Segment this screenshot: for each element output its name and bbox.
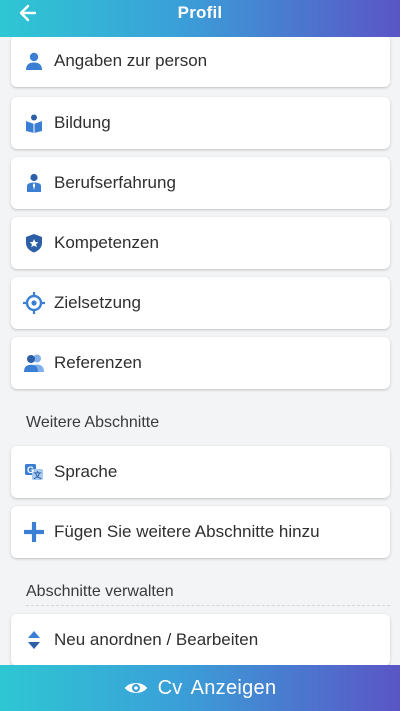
back-button[interactable] bbox=[12, 0, 44, 37]
shield-star-icon bbox=[23, 232, 45, 254]
section-item-label: Fügen Sie weitere Abschnitte hinzu bbox=[54, 522, 320, 541]
section-header-manage: Abschnitte verwalten bbox=[26, 583, 174, 600]
section-item-label: Referenzen bbox=[54, 353, 142, 372]
sort-icon bbox=[23, 629, 45, 651]
page-title: Profil bbox=[177, 2, 223, 22]
users-icon bbox=[23, 352, 45, 374]
svg-text:文: 文 bbox=[34, 470, 43, 480]
target-icon bbox=[23, 292, 45, 314]
view-cv-label: Cv Anzeigen bbox=[158, 677, 277, 700]
reorder-edit-button[interactable]: Neu anordnen / Bearbeiten bbox=[11, 614, 390, 665]
arrow-left-icon bbox=[19, 4, 37, 21]
section-item-education[interactable]: Bildung bbox=[11, 97, 390, 149]
eye-icon bbox=[124, 680, 148, 696]
section-item-label: Zielsetzung bbox=[54, 293, 141, 312]
divider bbox=[26, 605, 390, 606]
section-item-label: Kompetenzen bbox=[54, 233, 159, 252]
person-icon bbox=[23, 50, 45, 72]
book-reader-icon bbox=[23, 112, 45, 134]
section-item-experience[interactable]: Berufserfahrung bbox=[11, 157, 390, 209]
app-bar: Profil bbox=[0, 0, 400, 37]
section-item-label: Angaben zur person bbox=[54, 51, 208, 70]
section-item-label: Sprache bbox=[54, 462, 118, 481]
section-item-label: Bildung bbox=[54, 113, 111, 132]
section-item-label: Neu anordnen / Bearbeiten bbox=[54, 630, 259, 649]
translate-icon: G 文 bbox=[23, 461, 45, 483]
section-item-label: Berufserfahrung bbox=[54, 173, 176, 192]
section-item-personal-info[interactable]: Angaben zur person bbox=[11, 37, 390, 87]
view-cv-button[interactable]: Cv Anzeigen bbox=[0, 665, 400, 711]
section-item-references[interactable]: Referenzen bbox=[11, 337, 390, 389]
view-cv-word-cv: Cv bbox=[157, 676, 183, 699]
section-item-objective[interactable]: Zielsetzung bbox=[11, 277, 390, 329]
section-item-language[interactable]: G 文 Sprache bbox=[11, 446, 390, 498]
worker-tie-icon bbox=[23, 172, 45, 194]
section-header-more: Weitere Abschnitte bbox=[26, 414, 160, 431]
add-sections-button[interactable]: Fügen Sie weitere Abschnitte hinzu bbox=[11, 506, 390, 558]
sections-list[interactable]: Angaben zur person Bildung Berufserfahru… bbox=[0, 37, 400, 665]
view-cv-word-anzeigen: Anzeigen bbox=[190, 676, 277, 699]
plus-icon bbox=[23, 521, 45, 543]
section-item-skills[interactable]: Kompetenzen bbox=[11, 217, 390, 269]
